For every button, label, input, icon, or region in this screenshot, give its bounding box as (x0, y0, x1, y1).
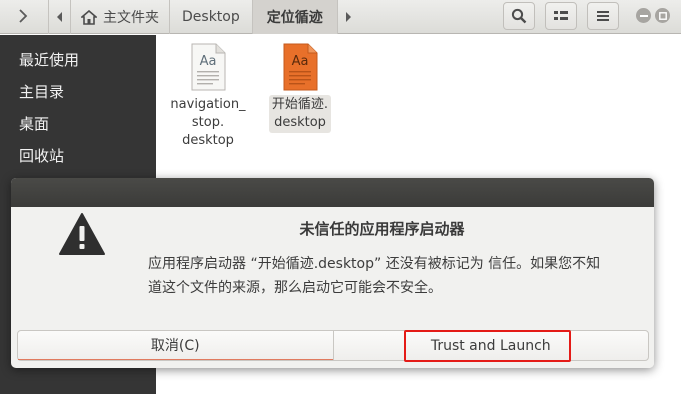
menu-button[interactable] (587, 2, 619, 30)
breadcrumb-home[interactable]: 主文件夹 (70, 0, 169, 34)
breadcrumb-scroll-right[interactable] (336, 0, 359, 34)
sidebar-item-label: 主目录 (19, 82, 65, 101)
breadcrumb-current-label: 定位循迹 (266, 10, 323, 26)
home-icon (81, 9, 97, 25)
sidebar-item-desktop[interactable]: 桌面 (0, 107, 156, 139)
breadcrumb-current[interactable]: 定位循迹 (251, 0, 337, 34)
file-label: 开始循迹. desktop (268, 95, 332, 133)
file-label-line: 开始循迹. (271, 97, 329, 112)
minimize-icon (639, 14, 648, 17)
file-label-line: navigation_ (170, 97, 246, 112)
breadcrumb-home-label: 主文件夹 (103, 10, 159, 26)
caret-left-icon (56, 12, 62, 22)
sidebar-item-home[interactable]: 主目录 (0, 75, 156, 107)
cancel-button-label: 取消(C) (150, 338, 200, 354)
file-item-start-tracking[interactable]: Aa 开始循迹. desktop (255, 43, 345, 133)
text-document-icon: Aa (188, 43, 228, 91)
file-label-line: desktop (182, 133, 234, 148)
maximize-button[interactable] (655, 8, 670, 23)
maximize-icon (658, 11, 667, 20)
font-document-icon: Aa (280, 43, 320, 91)
caret-right-icon (346, 12, 352, 22)
sidebar-item-label: 最近使用 (19, 50, 80, 69)
hamburger-menu-icon (597, 11, 609, 21)
svg-text:Aa: Aa (292, 54, 309, 69)
sidebar-item-label: 桌面 (19, 114, 50, 133)
header-bar: 主文件夹 Desktop 定位循迹 (0, 0, 681, 34)
file-label-line: desktop (274, 115, 326, 130)
breadcrumb-desktop[interactable]: Desktop (169, 0, 252, 34)
breadcrumb: 主文件夹 Desktop 定位循迹 (48, 0, 359, 34)
search-icon (511, 8, 527, 24)
list-view-icon (554, 11, 568, 20)
dialog-message: 应用程序启动器 “开始循迹.desktop” 还没有被标记为 信任。如果您不知 … (148, 252, 626, 300)
chevron-right-icon (19, 9, 28, 23)
dialog-message-line: 应用程序启动器 “开始循迹.desktop” 还没有被标记为 信任。如果您不知 (148, 256, 601, 272)
file-label: navigation_ stop. desktop (167, 95, 248, 151)
minimize-button[interactable] (636, 8, 651, 23)
search-button[interactable] (503, 2, 535, 30)
svg-text:Aa: Aa (200, 54, 217, 69)
file-label-line: stop. (191, 115, 225, 130)
view-toggle-button[interactable] (545, 2, 577, 30)
file-item-navigation-stop[interactable]: Aa navigation_ stop. desktop (163, 43, 253, 151)
cancel-button[interactable]: 取消(C) (18, 331, 333, 360)
dialog-message-line: 道这个文件的来源，那么启动它可能会不安全。 (148, 280, 442, 296)
breadcrumb-desktop-label: Desktop (182, 9, 240, 25)
sidebar-item-label: 回收站 (19, 146, 65, 165)
dialog-titlebar[interactable] (11, 178, 654, 207)
sidebar-item-recent[interactable]: 最近使用 (0, 43, 156, 75)
nav-forward-button[interactable] (8, 2, 38, 30)
dialog-title: 未信任的应用程序启动器 (299, 220, 465, 238)
warning-icon (58, 212, 106, 260)
breadcrumb-scroll-left[interactable] (48, 0, 70, 34)
sidebar-item-trash[interactable]: 回收站 (0, 139, 156, 171)
annotation-highlight-box (404, 330, 571, 362)
